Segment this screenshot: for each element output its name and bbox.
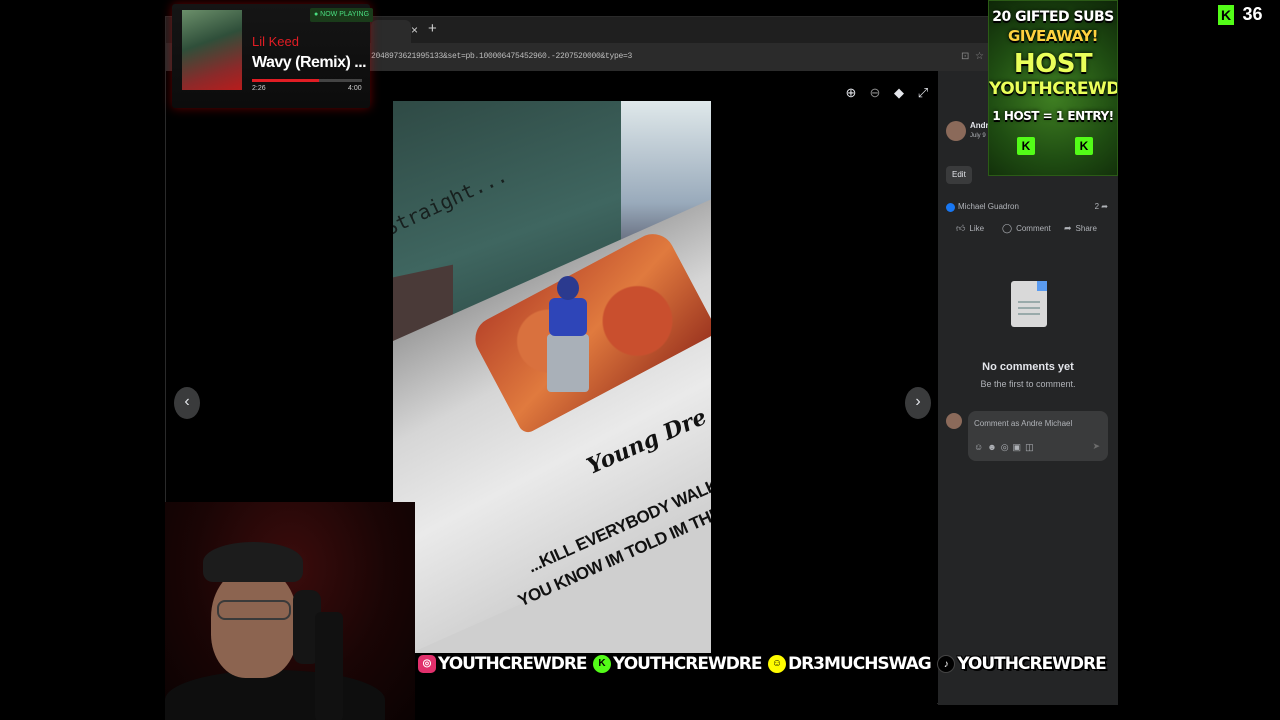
zoom-out-icon[interactable]: ⊖ [867, 85, 883, 101]
webcam-feed [165, 502, 415, 720]
track-progress-fill [252, 79, 320, 82]
giveaway-banner: 20 GIFTED SUBS GIVEAWAY! HOST YOUTHCREWD… [988, 0, 1118, 176]
tab-close-icon[interactable]: × [411, 23, 418, 37]
like-button[interactable]: 👍︎ Like [956, 223, 984, 234]
viewer-count: K 36 [1218, 4, 1262, 26]
post-actions: 👍︎ Like ◯ Comment ➦ Share [946, 223, 1110, 237]
comment-button[interactable]: ◯ Comment [1002, 223, 1051, 234]
new-tab-icon[interactable]: + [428, 20, 437, 37]
share-button[interactable]: ➦ Share [1064, 223, 1097, 234]
snapchat-icon: ☺ [767, 655, 786, 673]
album-art [182, 10, 242, 90]
avatar[interactable] [946, 121, 966, 141]
chevron-left-icon: ‹ [184, 393, 190, 410]
giveaway-handle: YOUTHCREWDRE [989, 79, 1117, 99]
camera-icon: ◎ [1000, 442, 1013, 452]
track-duration: 4:00 [348, 85, 362, 92]
comment-avatar [946, 413, 962, 429]
giveaway-line2: GIVEAWAY! [1008, 27, 1098, 45]
social-tiktok: ♪ YOUTHCREWDRE [937, 654, 1107, 674]
bookmark-star-icon[interactable]: ☆ [975, 51, 984, 62]
be-first-text: Be the first to comment. [980, 379, 1076, 389]
share-count[interactable]: 2 ➦ [1095, 202, 1108, 211]
track-elapsed: 2:26 [252, 85, 266, 92]
now-playing-badge: ● NOW PLAYING [310, 8, 374, 22]
comment-input[interactable]: Comment as Andre Michael ☺☻◎▣◫ ➤ [968, 411, 1108, 461]
browser-tab[interactable] [371, 20, 411, 43]
kick-logo-icon: K [1017, 137, 1035, 155]
tag-icon[interactable]: ◆ [891, 85, 907, 101]
now-playing-widget: ● NOW PLAYING Lil Keed Wavy (Remix) ... … [172, 4, 374, 108]
kick-icon: K [592, 655, 611, 673]
url-text[interactable]: 2048973621995133&set=pb.100006475452960.… [371, 52, 632, 61]
zoom-in-icon[interactable]: ⊕ [843, 85, 859, 101]
no-comments-heading: No comments yet [982, 361, 1074, 373]
photo-person [543, 276, 593, 396]
edit-button[interactable]: Edit [946, 166, 972, 184]
next-photo-button[interactable]: › [905, 387, 931, 419]
giveaway-host: HOST [1013, 49, 1093, 79]
socials-bar: ◎ YOUTHCREWDRE K YOUTHCREWDRE ☺ DR3MUCHSWAG… [418, 654, 1107, 684]
share-arrow-icon: ➦ [1101, 202, 1108, 211]
comment-tools[interactable]: ☺☻◎▣◫ [974, 442, 1038, 453]
chevron-right-icon: › [915, 393, 921, 410]
sticker-icon: ◫ [1025, 442, 1038, 452]
instagram-icon: ◎ [418, 655, 436, 673]
document-icon [1011, 281, 1047, 327]
track-progress [252, 79, 362, 82]
thumbs-up-icon: 👍︎ [956, 223, 966, 233]
reaction-summary[interactable]: Michael Guadron 2 ➦ [946, 202, 1110, 214]
previous-photo-button[interactable]: ‹ [174, 387, 200, 419]
like-reaction-icon [946, 203, 955, 212]
track-artist: Lil Keed [252, 34, 299, 49]
share-icon: ➦ [1064, 223, 1072, 233]
social-instagram: ◎ YOUTHCREWDRE [418, 654, 588, 674]
post-date[interactable]: July 9 [970, 133, 986, 139]
reaction-names[interactable]: Michael Guadron [958, 202, 1019, 211]
avatar-sticker-icon: ☺ [974, 442, 988, 452]
fullscreen-icon[interactable]: ⤢ [915, 85, 931, 101]
install-app-icon[interactable]: ⊡ [961, 51, 969, 62]
giveaway-rule: 1 HOST = 1 ENTRY! [992, 109, 1114, 123]
emoji-icon: ☻ [987, 442, 1001, 452]
send-icon[interactable]: ➤ [1092, 441, 1100, 452]
stream-screen: × + 2048973621995133&set=pb.100006475452… [0, 0, 1280, 720]
comment-placeholder: Comment as Andre Michael [974, 419, 1073, 428]
gif-icon: ▣ [1012, 442, 1026, 452]
kick-logo-icon: K [1075, 137, 1093, 155]
comment-icon: ◯ [1002, 223, 1013, 233]
photo: Straight... Young Dre ...KILL EVERYBODY … [393, 101, 711, 653]
social-kick: K YOUTHCREWDRE [592, 654, 763, 674]
tiktok-icon: ♪ [937, 655, 956, 673]
giveaway-line1: 20 GIFTED SUBS [992, 9, 1114, 25]
social-snapchat: ☺ DR3MUCHSWAG [767, 654, 932, 674]
track-title: Wavy (Remix) ... [252, 54, 367, 71]
kick-logo-icon: K [1218, 4, 1234, 25]
viewer-count-value: 36 [1242, 4, 1263, 24]
